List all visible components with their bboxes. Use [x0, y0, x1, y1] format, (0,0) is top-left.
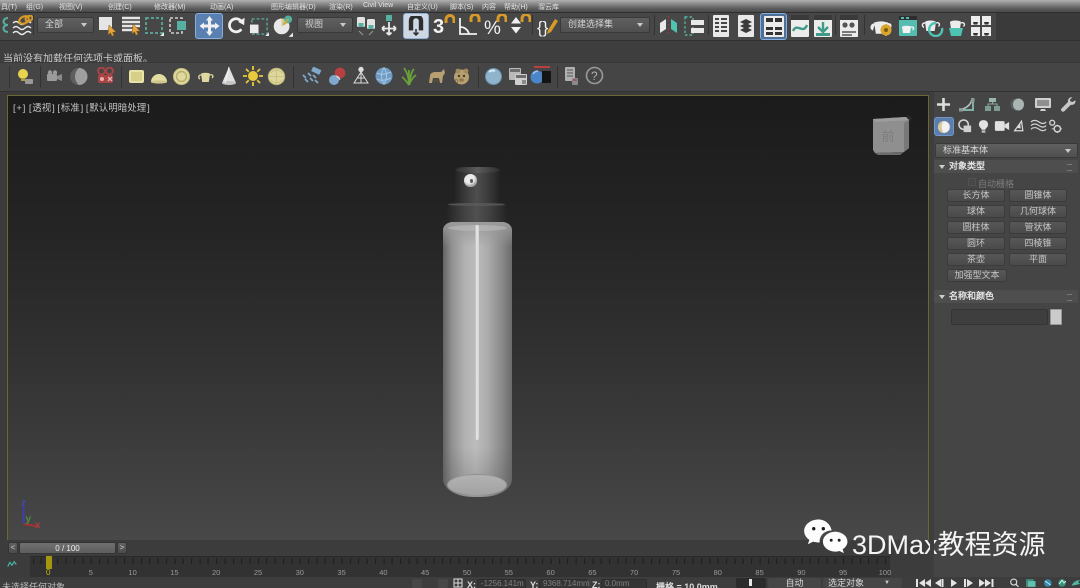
- svg-text:H: H: [434, 79, 438, 85]
- svg-text:?: ?: [591, 69, 598, 83]
- svg-text:3: 3: [433, 16, 444, 38]
- svg-text:0: 0: [455, 79, 458, 85]
- svg-text:z: z: [21, 498, 26, 509]
- svg-text:x: x: [35, 520, 41, 531]
- svg-text:前: 前: [881, 129, 894, 144]
- svg-text:{}: {}: [537, 18, 549, 37]
- svg-text:y: y: [26, 514, 32, 525]
